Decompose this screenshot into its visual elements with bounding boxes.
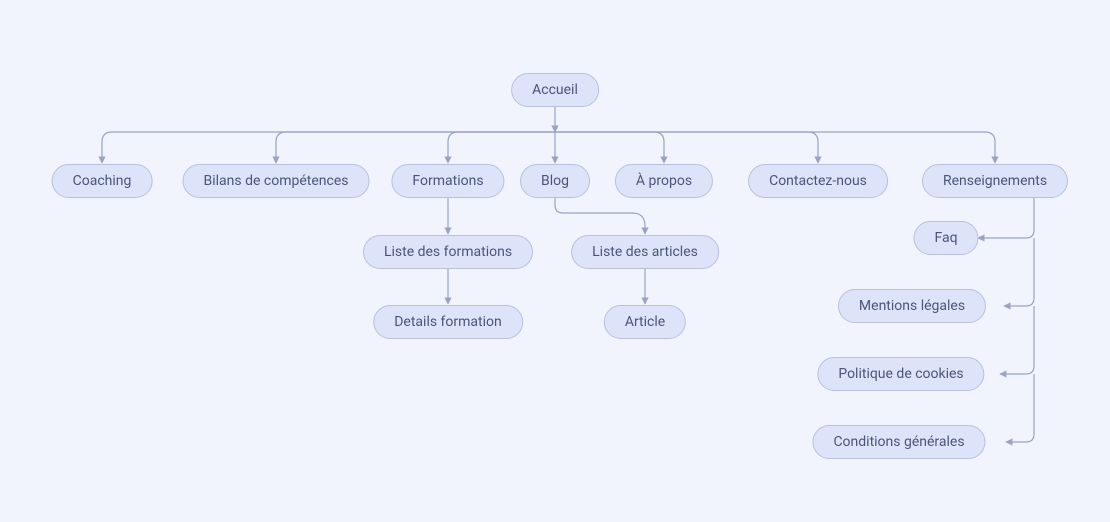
node-apropos[interactable]: À propos bbox=[615, 164, 713, 198]
node-liste-formations[interactable]: Liste des formations bbox=[363, 235, 533, 269]
node-accueil[interactable]: Accueil bbox=[511, 73, 599, 107]
node-politique-cookies[interactable]: Politique de cookies bbox=[817, 357, 984, 391]
node-bilans[interactable]: Bilans de compétences bbox=[183, 164, 370, 198]
node-mentions-legales[interactable]: Mentions légales bbox=[838, 289, 986, 323]
node-liste-articles[interactable]: Liste des articles bbox=[571, 235, 719, 269]
node-renseignements[interactable]: Renseignements bbox=[922, 164, 1068, 198]
node-contact[interactable]: Contactez-nous bbox=[748, 164, 888, 198]
node-blog[interactable]: Blog bbox=[520, 164, 590, 198]
node-faq[interactable]: Faq bbox=[913, 221, 978, 255]
node-details-formation[interactable]: Details formation bbox=[373, 305, 523, 339]
node-conditions[interactable]: Conditions générales bbox=[812, 425, 985, 459]
node-article[interactable]: Article bbox=[604, 305, 686, 339]
node-coaching[interactable]: Coaching bbox=[52, 164, 153, 198]
node-formations[interactable]: Formations bbox=[391, 164, 504, 198]
